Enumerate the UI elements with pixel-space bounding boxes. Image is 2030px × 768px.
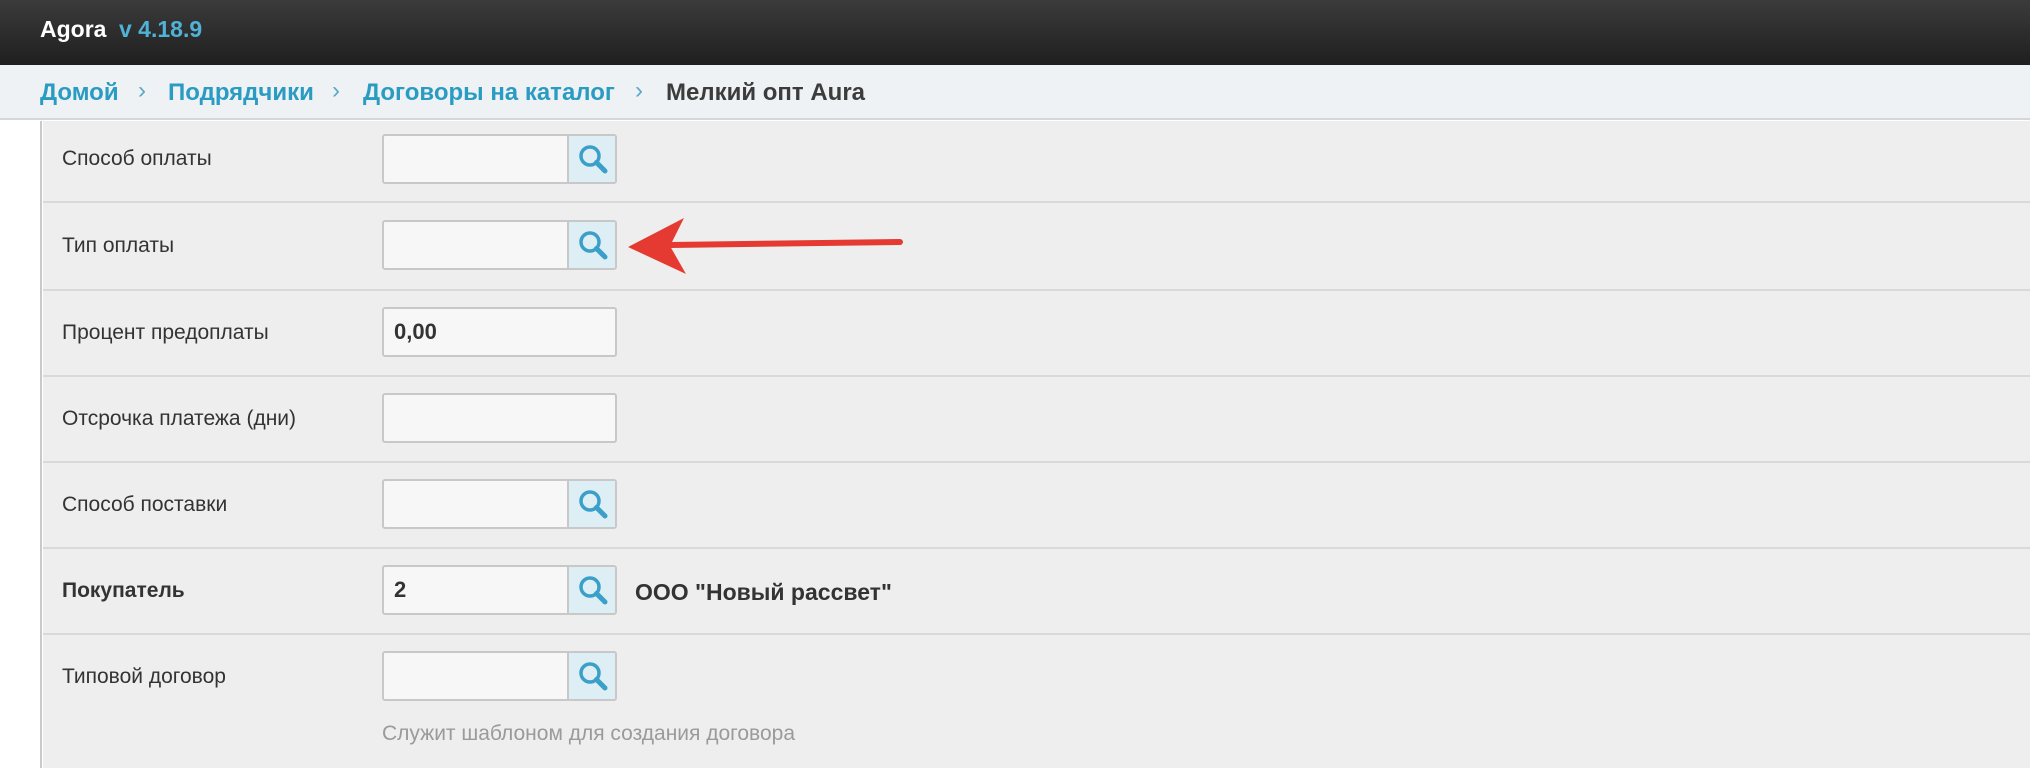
magnifier-icon bbox=[579, 576, 608, 605]
payment-delay-label: Отсрочка платежа (дни) bbox=[62, 407, 297, 430]
payment-type-input[interactable] bbox=[382, 220, 617, 270]
template-contract-lookup-button[interactable] bbox=[567, 653, 615, 699]
app-name[interactable]: Agora bbox=[40, 16, 106, 43]
delivery-method-input[interactable] bbox=[382, 479, 617, 529]
magnifier-icon bbox=[579, 662, 608, 691]
row-payment-delay: Отсрочка платежа (дни) bbox=[43, 379, 2030, 463]
row-payment-method: Способ оплаты bbox=[43, 121, 2030, 203]
template-contract-label: Типовой договор bbox=[62, 665, 226, 688]
breadcrumb-catalog-contracts[interactable]: Договоры на каталог bbox=[363, 79, 615, 107]
breadcrumb-contractors[interactable]: Подрядчики bbox=[168, 79, 314, 107]
row-delivery-method: Способ поставки bbox=[43, 465, 2030, 549]
app-version: v 4.18.9 bbox=[119, 16, 203, 42]
payment-method-label: Способ оплаты bbox=[62, 147, 212, 170]
chevron-right-icon: › bbox=[332, 77, 340, 104]
buyer-name: ООО "Новый рассвет" bbox=[635, 579, 892, 605]
delivery-method-lookup-button[interactable] bbox=[567, 481, 615, 527]
breadcrumb-current: Мелкий опт Aura bbox=[666, 79, 866, 106]
buyer-lookup-button[interactable] bbox=[567, 567, 615, 613]
payment-type-label: Тип оплаты bbox=[62, 234, 175, 257]
row-payment-type: Тип оплаты bbox=[43, 205, 2030, 291]
delivery-method-label: Способ поставки bbox=[62, 493, 228, 516]
payment-type-lookup-button[interactable] bbox=[567, 222, 615, 268]
row-buyer: Покупатель 2 ООО "Новый рассвет" bbox=[43, 551, 2030, 635]
magnifier-icon bbox=[579, 145, 608, 174]
template-contract-input[interactable] bbox=[382, 651, 617, 701]
breadcrumb: Домой › Подрядчики › Договоры на каталог… bbox=[0, 65, 2030, 120]
buyer-input[interactable]: 2 bbox=[382, 565, 617, 615]
breadcrumb-home[interactable]: Домой bbox=[40, 79, 119, 107]
magnifier-icon bbox=[579, 490, 608, 519]
row-prepayment-percent: Процент предоплаты 0,00 bbox=[43, 293, 2030, 377]
top-bar: Agora v 4.18.9 bbox=[0, 0, 2030, 65]
magnifier-icon bbox=[579, 231, 608, 260]
contract-form: Способ оплаты Тип оплаты Процент предопл… bbox=[43, 121, 2030, 768]
chevron-right-icon: › bbox=[138, 77, 146, 104]
red-arrow-icon bbox=[628, 218, 903, 274]
payment-delay-input[interactable] bbox=[382, 393, 617, 443]
row-template-contract: Типовой договор Служит шаблоном для созд… bbox=[43, 637, 2030, 768]
prepayment-percent-input[interactable]: 0,00 bbox=[382, 307, 617, 357]
payment-method-input[interactable] bbox=[382, 134, 617, 184]
buyer-label: Покупатель bbox=[62, 579, 185, 602]
left-strip bbox=[0, 121, 42, 768]
prepayment-percent-label: Процент предоплаты bbox=[62, 321, 269, 344]
payment-method-lookup-button[interactable] bbox=[567, 136, 615, 182]
template-contract-hint: Служит шаблоном для создания договора bbox=[382, 722, 796, 745]
chevron-right-icon: › bbox=[635, 77, 643, 104]
